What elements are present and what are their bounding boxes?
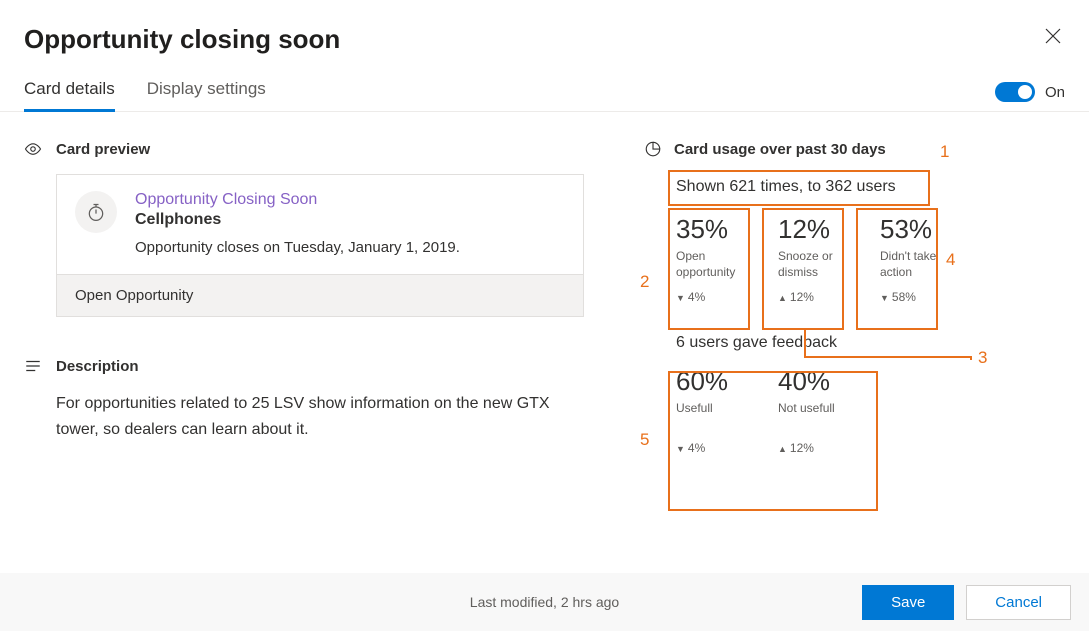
stat-pct: 40% bbox=[778, 366, 858, 397]
close-icon bbox=[1045, 28, 1061, 44]
footer: Last modified, 2 hrs ago Save Cancel bbox=[0, 573, 1089, 631]
stat-delta: ▲12% bbox=[778, 290, 858, 304]
stat-pct: 53% bbox=[880, 214, 960, 245]
up-arrow-icon: ▲ bbox=[778, 293, 787, 303]
card-enabled-toggle[interactable] bbox=[995, 82, 1035, 102]
tab-card-details[interactable]: Card details bbox=[24, 79, 115, 112]
stat-delta: ▼58% bbox=[880, 290, 960, 304]
stat-label: Snooze or dismiss bbox=[778, 249, 858, 280]
tabs: Card details Display settings bbox=[24, 79, 266, 111]
annotation-connector bbox=[804, 330, 806, 356]
toggle-label: On bbox=[1045, 84, 1065, 101]
tab-display-settings[interactable]: Display settings bbox=[147, 79, 266, 112]
down-arrow-icon: ▼ bbox=[880, 293, 889, 303]
card-preview: Opportunity Closing Soon Cellphones Oppo… bbox=[56, 174, 584, 317]
description-section-title: Description bbox=[56, 358, 139, 375]
stat-pct: 60% bbox=[676, 366, 756, 397]
stat-delta: ▼4% bbox=[676, 441, 756, 455]
down-arrow-icon: ▼ bbox=[676, 293, 685, 303]
card-text: Opportunity closes on Tuesday, January 1… bbox=[135, 239, 565, 256]
stat-not-useful: 40% Not usefull ▲12% bbox=[778, 366, 858, 455]
stopwatch-icon bbox=[75, 191, 117, 233]
down-arrow-icon: ▼ bbox=[676, 444, 685, 454]
annotation-1: 1 bbox=[940, 142, 949, 162]
description-icon bbox=[24, 357, 42, 375]
annotation-connector bbox=[804, 356, 972, 358]
preview-icon bbox=[24, 140, 42, 158]
preview-section-title: Card preview bbox=[56, 141, 150, 158]
stat-label: Usefull bbox=[676, 401, 756, 431]
stat-pct: 35% bbox=[676, 214, 756, 245]
description-text: For opportunities related to 25 LSV show… bbox=[56, 391, 556, 442]
stat-pct: 12% bbox=[778, 214, 858, 245]
stat-open-opportunity: 35% Open opportunity ▼4% bbox=[676, 214, 756, 304]
cancel-button[interactable]: Cancel bbox=[966, 585, 1071, 620]
annotation-3: 3 bbox=[978, 348, 987, 368]
up-arrow-icon: ▲ bbox=[778, 444, 787, 454]
stat-label: Open opportunity bbox=[676, 249, 756, 280]
annotation-2: 2 bbox=[640, 272, 649, 292]
stat-label: Not usefull bbox=[778, 401, 858, 431]
last-modified-label: Last modified, 2 hrs ago bbox=[470, 594, 619, 610]
page-title: Opportunity closing soon bbox=[24, 24, 340, 55]
stat-snooze-dismiss: 12% Snooze or dismiss ▲12% bbox=[778, 214, 858, 304]
card-subtitle: Cellphones bbox=[135, 211, 565, 229]
usage-stats: 35% Open opportunity ▼4% 12% Snooze or d… bbox=[676, 214, 1065, 304]
feedback-stats: 60% Usefull ▼4% 40% Not usefull ▲12% bbox=[676, 366, 1065, 455]
card-title: Opportunity Closing Soon bbox=[135, 191, 565, 209]
usage-section-title: Card usage over past 30 days bbox=[674, 141, 886, 158]
feedback-title: 6 users gave feedback bbox=[676, 334, 1065, 352]
close-button[interactable] bbox=[1041, 24, 1065, 53]
annotation-connector bbox=[970, 356, 972, 360]
save-button[interactable]: Save bbox=[862, 585, 954, 620]
open-opportunity-button[interactable]: Open Opportunity bbox=[57, 274, 583, 316]
annotation-4: 4 bbox=[946, 250, 955, 270]
stat-delta: ▼4% bbox=[676, 290, 756, 304]
usage-summary: Shown 621 times, to 362 users bbox=[676, 178, 1065, 196]
annotation-5: 5 bbox=[640, 430, 649, 450]
stat-delta: ▲12% bbox=[778, 441, 858, 455]
stat-useful: 60% Usefull ▼4% bbox=[676, 366, 756, 455]
chart-icon bbox=[644, 140, 662, 158]
